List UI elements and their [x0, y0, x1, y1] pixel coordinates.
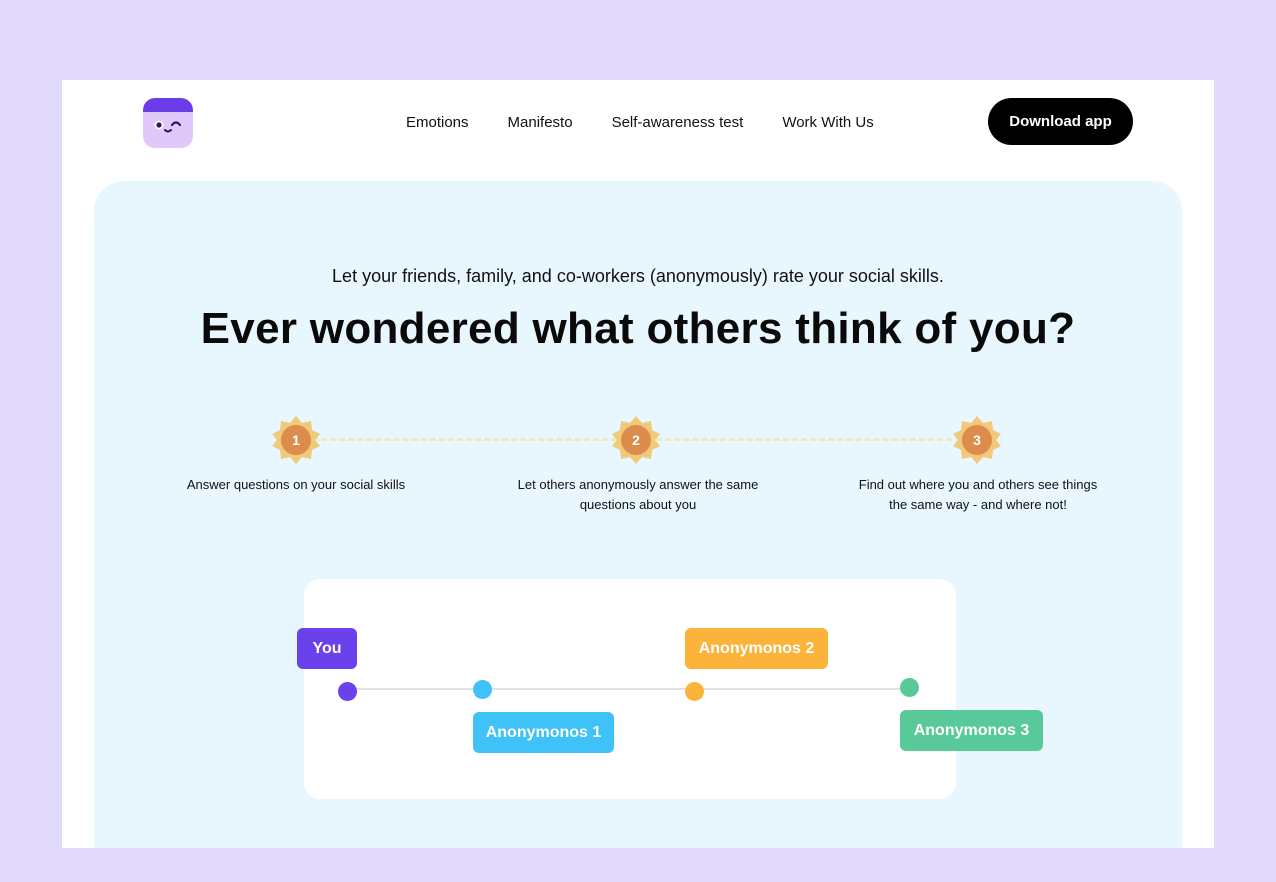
step-2-badge: 2 — [611, 415, 661, 465]
download-app-button[interactable]: Download app — [988, 98, 1133, 145]
step-1-number: 1 — [292, 432, 300, 448]
step-1-badge: 1 — [271, 415, 321, 465]
nav-link-emotions[interactable]: Emotions — [406, 114, 469, 131]
hero-headline: Ever wondered what others think of you? — [200, 304, 1076, 353]
hero-subtitle: Let your friends, family, and co-workers… — [332, 266, 944, 286]
landing-page: Emotions Manifesto Self-awareness test W… — [62, 80, 1214, 848]
step-2-text: Let others anonymously answer the same q… — [517, 477, 759, 512]
nav-link-manifesto[interactable]: Manifesto — [508, 114, 573, 131]
nav-link-self-awareness-test[interactable]: Self-awareness test — [612, 114, 744, 131]
anon-1-label-tag: Anonymonos 1 — [473, 712, 614, 753]
main-nav: Emotions Manifesto Self-awareness test W… — [406, 111, 913, 133]
step-1-text: Answer questions on your social skills — [186, 477, 406, 492]
step-2-number: 2 — [632, 432, 640, 448]
nav-link-work-with-us[interactable]: Work With Us — [782, 114, 873, 131]
sun-badge-icon: 2 — [612, 416, 660, 464]
you-marker-dot — [338, 682, 357, 701]
anon-3-label-tag: Anonymonos 3 — [900, 710, 1043, 751]
anon-3-marker-dot — [900, 678, 919, 697]
sun-badge-icon: 3 — [953, 416, 1001, 464]
winking-face-icon — [154, 120, 182, 133]
step-3-badge: 3 — [952, 415, 1002, 465]
app-logo[interactable] — [143, 98, 193, 148]
step-3-number: 3 — [973, 432, 981, 448]
comparison-scale-track — [348, 688, 910, 690]
anon-2-marker-dot — [685, 682, 704, 701]
you-label-tag: You — [297, 628, 357, 669]
anon-1-marker-dot — [473, 680, 492, 699]
step-3-text: Find out where you and others see things… — [858, 477, 1098, 512]
sun-badge-icon: 1 — [272, 416, 320, 464]
anon-2-label-tag: Anonymonos 2 — [685, 628, 828, 669]
